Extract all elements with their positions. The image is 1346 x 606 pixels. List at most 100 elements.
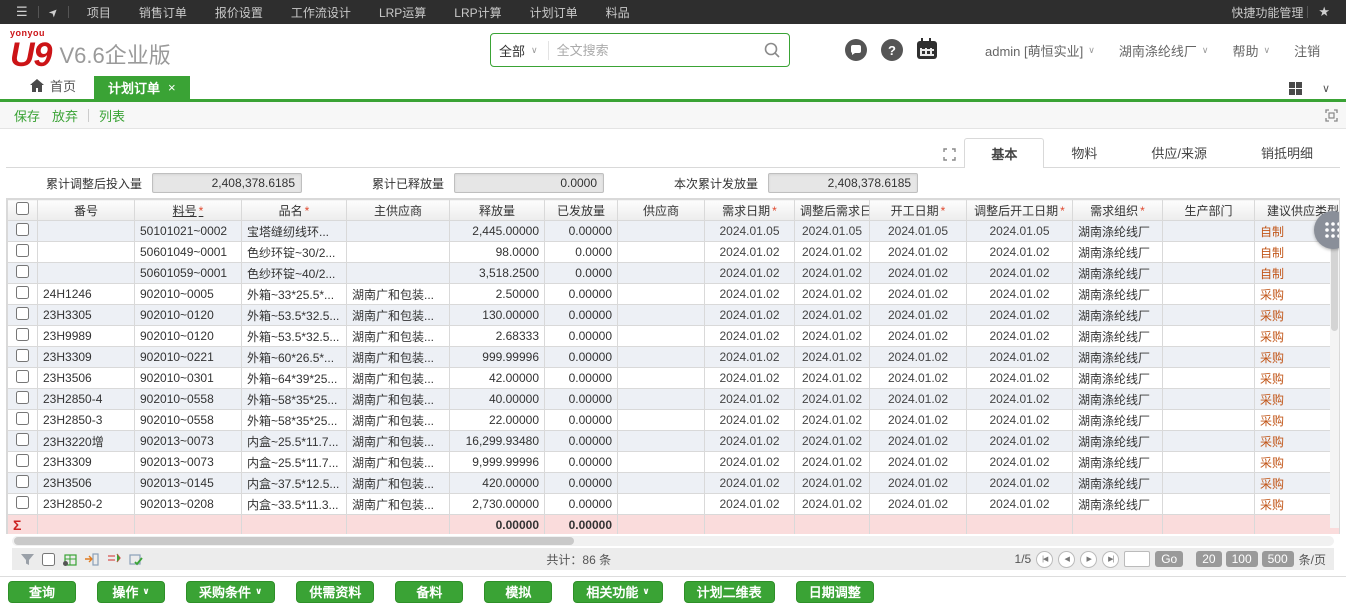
cell-prod-dept[interactable] <box>1163 242 1255 263</box>
cell-adj-start-date[interactable]: 2024.01.02 <box>967 431 1073 452</box>
row-select-cell[interactable] <box>8 326 38 347</box>
help-question-icon[interactable]: ? <box>881 39 903 61</box>
cell-demand-date[interactable]: 2024.01.02 <box>705 368 795 389</box>
cell-demand-org[interactable]: 湖南涤纶线厂 <box>1073 494 1163 515</box>
cell-main-supplier[interactable]: 湖南广和包装... <box>347 473 450 494</box>
cell-issued-qty[interactable]: 0.00000 <box>545 305 618 326</box>
row-checkbox[interactable] <box>16 496 29 509</box>
row-select-cell[interactable] <box>8 431 38 452</box>
cell-main-supplier[interactable]: 湖南广和包装... <box>347 305 450 326</box>
column-header[interactable]: 生产部门 <box>1163 200 1255 221</box>
row-checkbox[interactable] <box>16 223 29 236</box>
cell-adj-start-date[interactable]: 2024.01.02 <box>967 452 1073 473</box>
cell-main-supplier[interactable]: 湖南广和包装... <box>347 347 450 368</box>
top-menu-item[interactable]: 项目 <box>73 4 125 21</box>
cell-item-code[interactable]: 902010~0221 <box>135 347 242 368</box>
cell-adj-start-date[interactable]: 2024.01.02 <box>967 326 1073 347</box>
tab-home[interactable]: 首页 <box>30 76 94 99</box>
cell-adj-start-date[interactable]: 2024.01.02 <box>967 494 1073 515</box>
cell-item-code[interactable]: 50101021~0002 <box>135 221 242 242</box>
page-size-button[interactable]: 100 <box>1226 551 1258 567</box>
favorite-star-icon[interactable]: ★ <box>1312 4 1336 20</box>
row-select-cell[interactable] <box>8 452 38 473</box>
cell-adj-demand-date[interactable]: 2024.01.02 <box>795 368 870 389</box>
cell-supply-type[interactable]: 采购 <box>1255 389 1341 410</box>
cell-issued-qty[interactable]: 0.00000 <box>545 410 618 431</box>
cell-issued-qty[interactable]: 0.00000 <box>545 221 618 242</box>
tab-planned-order[interactable]: 计划订单 × <box>94 76 190 99</box>
cell-item-code[interactable]: 902010~0558 <box>135 410 242 431</box>
cell-main-supplier[interactable]: 湖南广和包装... <box>347 389 450 410</box>
cell-supply-type[interactable]: 采购 <box>1255 368 1341 389</box>
action-button[interactable]: 计划二维表 <box>684 581 775 603</box>
cell-start-date[interactable]: 2024.01.02 <box>870 284 967 305</box>
cell-supplier[interactable] <box>618 389 705 410</box>
close-icon[interactable]: × <box>168 80 176 95</box>
save-button[interactable]: 保存 <box>8 106 46 125</box>
cell-start-date[interactable]: 2024.01.02 <box>870 242 967 263</box>
column-insert-icon[interactable] <box>84 552 99 567</box>
cell-demand-date[interactable]: 2024.01.02 <box>705 347 795 368</box>
cell-supply-type[interactable]: 采购 <box>1255 326 1341 347</box>
row-select-cell[interactable] <box>8 494 38 515</box>
cell-demand-org[interactable]: 湖南涤纶线厂 <box>1073 305 1163 326</box>
cell-supplier[interactable] <box>618 473 705 494</box>
cell-released-qty[interactable]: 16,299.93480 <box>450 431 545 452</box>
select-all-header[interactable] <box>8 200 38 221</box>
cell-demand-org[interactable]: 湖南涤纶线厂 <box>1073 410 1163 431</box>
cell-no[interactable]: 23H3220增 <box>38 431 135 452</box>
cell-supply-type[interactable]: 采购 <box>1255 473 1341 494</box>
cell-supplier[interactable] <box>618 284 705 305</box>
cell-item-code[interactable]: 902010~0120 <box>135 305 242 326</box>
cell-prod-dept[interactable] <box>1163 326 1255 347</box>
cell-start-date[interactable]: 2024.01.02 <box>870 389 967 410</box>
detail-tab[interactable]: 物料 <box>1044 137 1124 167</box>
horizontal-scrollbar[interactable] <box>12 536 1334 546</box>
cell-supplier[interactable] <box>618 242 705 263</box>
page-size-button[interactable]: 500 <box>1262 551 1294 567</box>
cell-no[interactable]: 23H2850-3 <box>38 410 135 431</box>
cell-issued-qty[interactable]: 0.00000 <box>545 494 618 515</box>
cell-demand-org[interactable]: 湖南涤纶线厂 <box>1073 431 1163 452</box>
cell-main-supplier[interactable]: 湖南广和包装... <box>347 452 450 473</box>
cell-prod-dept[interactable] <box>1163 431 1255 452</box>
row-checkbox[interactable] <box>16 454 29 467</box>
row-checkbox[interactable] <box>16 391 29 404</box>
cell-released-qty[interactable]: 2,730.00000 <box>450 494 545 515</box>
cell-released-qty[interactable]: 420.00000 <box>450 473 545 494</box>
row-move-icon[interactable] <box>106 552 121 567</box>
cell-supplier[interactable] <box>618 452 705 473</box>
cell-demand-org[interactable]: 湖南涤纶线厂 <box>1073 242 1163 263</box>
cell-item-code[interactable]: 902010~0301 <box>135 368 242 389</box>
cell-main-supplier[interactable]: 湖南广和包装... <box>347 494 450 515</box>
cell-adj-start-date[interactable]: 2024.01.02 <box>967 305 1073 326</box>
cell-no[interactable] <box>38 242 135 263</box>
top-menu-item[interactable]: LRP计算 <box>440 4 515 21</box>
summary-field-value[interactable]: 2,408,378.6185 <box>152 173 302 193</box>
column-header[interactable]: 调整后需求日期* <box>795 200 870 221</box>
cell-supply-type[interactable]: 采购 <box>1255 305 1341 326</box>
cell-main-supplier[interactable]: 湖南广和包装... <box>347 326 450 347</box>
cell-start-date[interactable]: 2024.01.02 <box>870 347 967 368</box>
cell-issued-qty[interactable]: 0.0000 <box>545 263 618 284</box>
cell-no[interactable]: 23H9989 <box>38 326 135 347</box>
prev-page-button[interactable]: ◀ <box>1058 551 1075 568</box>
action-button[interactable]: 日期调整 <box>796 581 874 603</box>
cell-released-qty[interactable]: 40.00000 <box>450 389 545 410</box>
cell-released-qty[interactable]: 9,999.99996 <box>450 452 545 473</box>
cell-item-code[interactable]: 902013~0145 <box>135 473 242 494</box>
cell-adj-start-date[interactable]: 2024.01.02 <box>967 473 1073 494</box>
cell-supplier[interactable] <box>618 305 705 326</box>
action-button[interactable]: 操作 ∨ <box>97 581 165 603</box>
row-select-cell[interactable] <box>8 221 38 242</box>
message-chat-icon[interactable] <box>845 39 867 61</box>
goto-page-input[interactable] <box>1124 551 1150 567</box>
first-page-button[interactable]: |◀ <box>1036 551 1053 568</box>
cell-supply-type[interactable]: 采购 <box>1255 347 1341 368</box>
cell-item-code[interactable]: 902010~0558 <box>135 389 242 410</box>
cell-adj-start-date[interactable]: 2024.01.02 <box>967 347 1073 368</box>
column-header[interactable]: 主供应商 <box>347 200 450 221</box>
top-menu-item[interactable]: 工作流设计 <box>277 4 365 21</box>
column-header[interactable]: 品名* <box>242 200 347 221</box>
cell-item-name[interactable]: 外箱~60*26.5*... <box>242 347 347 368</box>
